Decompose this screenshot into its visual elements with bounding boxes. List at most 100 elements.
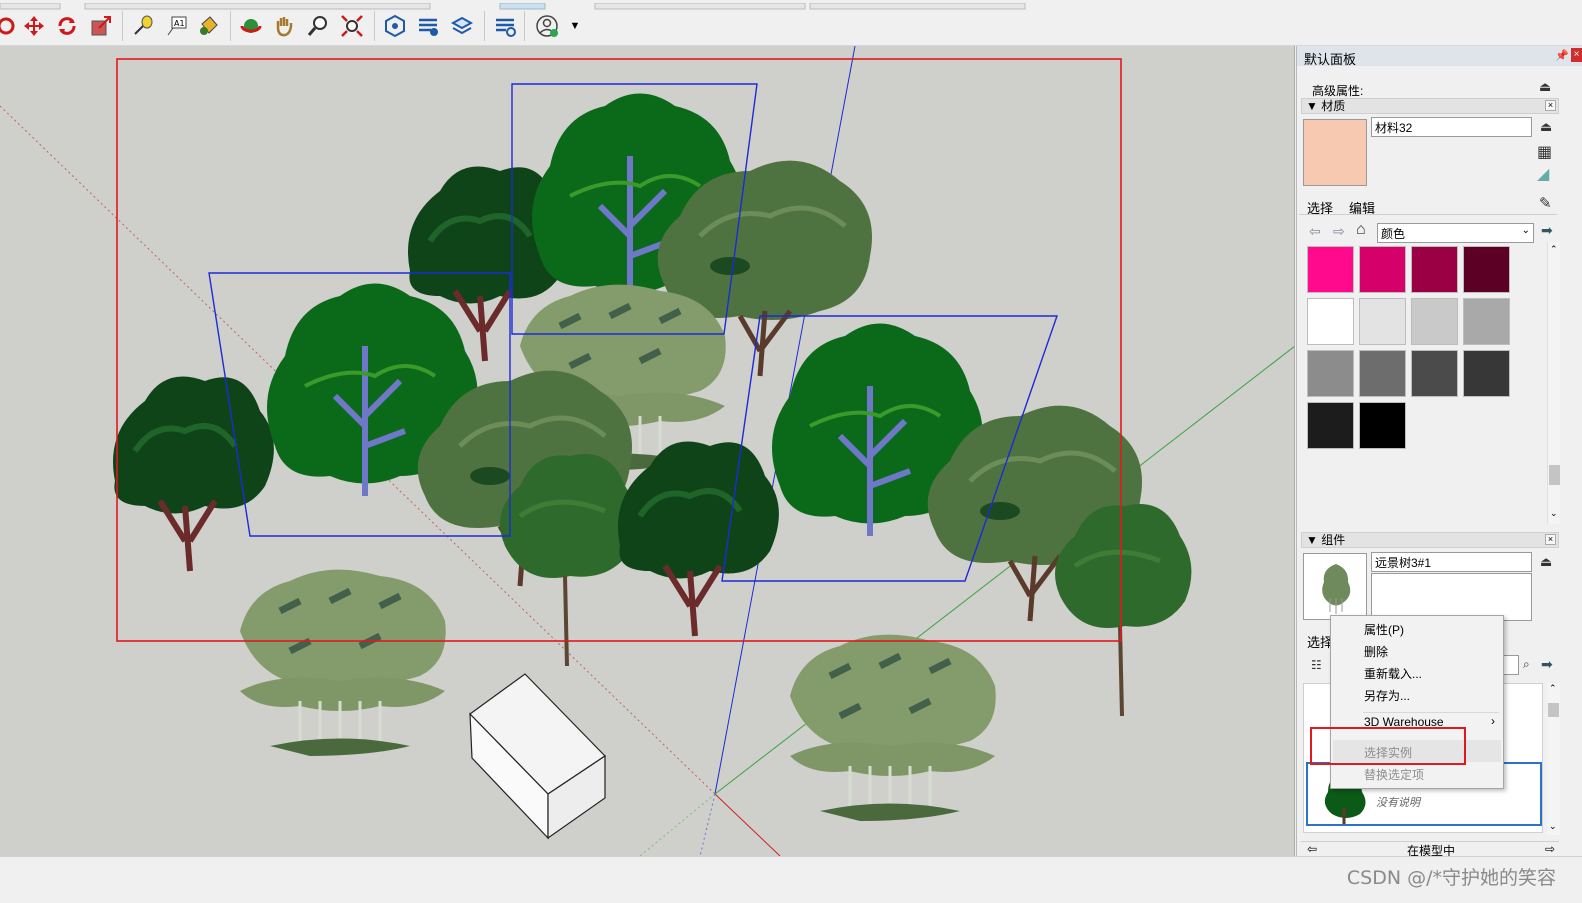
tree-component[interactable] (618, 442, 779, 637)
tab-divider (1299, 214, 1557, 215)
component-description-field[interactable] (1371, 573, 1532, 621)
material-swatch[interactable] (1463, 350, 1510, 397)
component-preview-thumbnail[interactable] (1303, 553, 1367, 620)
toolbar-separator (122, 11, 123, 41)
svg-text:A1: A1 (174, 19, 185, 28)
material-name-field[interactable]: 材料32 (1371, 117, 1532, 137)
warehouse-icon[interactable] (381, 12, 409, 40)
close-icon[interactable]: × (1571, 48, 1582, 62)
forward-arrow-icon[interactable]: ⇨ (1333, 223, 1345, 240)
watermark-text: CSDN @/*守护她的笑容 (1346, 867, 1556, 889)
components-close-icon[interactable]: × (1545, 534, 1556, 545)
material-display-icon[interactable]: ▦ (1537, 142, 1552, 162)
box-geometry[interactable] (469, 673, 606, 840)
orbit-icon[interactable] (237, 12, 265, 40)
tape-measure-icon[interactable] (129, 12, 157, 40)
back-arrow-icon[interactable]: ⇦ (1307, 842, 1317, 856)
menu-item-reload[interactable]: 重新载入... (1364, 665, 1422, 682)
material-swatch[interactable] (1463, 298, 1510, 345)
list-item-description: 没有说明 (1376, 797, 1420, 809)
account-dropdown-arrow-icon[interactable]: ▼ (561, 12, 589, 40)
material-library-select[interactable]: 颜色 ⌄ (1377, 223, 1534, 243)
material-swatch[interactable] (1411, 298, 1458, 345)
material-swatch[interactable] (1411, 350, 1458, 397)
highlight-annotation-box (1310, 727, 1466, 765)
toolbar-separator (524, 11, 525, 41)
material-swatch[interactable] (1463, 246, 1510, 293)
menu-item-delete[interactable]: 删除 (1364, 643, 1388, 660)
materials-section-header[interactable]: ▼ 材质 × (1301, 98, 1559, 114)
pin-icon[interactable]: 📌 (1555, 49, 1569, 62)
back-arrow-icon[interactable]: ⇦ (1309, 223, 1321, 240)
material-swatch[interactable] (1307, 246, 1354, 293)
scale-icon[interactable] (87, 12, 115, 40)
material-swatch[interactable] (1307, 402, 1354, 449)
entity-info-toggle-icon[interactable]: ⏏ (1539, 79, 1551, 95)
materials-close-icon[interactable]: × (1545, 100, 1556, 111)
pan-icon[interactable] (270, 12, 298, 40)
menu-item-save-as[interactable]: 另存为... (1364, 687, 1410, 704)
rotate-arrows-icon[interactable] (53, 12, 81, 40)
red-axis (714, 793, 781, 856)
move-icon[interactable] (20, 12, 48, 40)
details-arrow-icon[interactable]: ➡ (1541, 222, 1553, 239)
material-library-value: 颜色 (1381, 227, 1406, 241)
extension-icon[interactable] (414, 12, 442, 40)
collapse-arrow-icon: ▼ (1306, 99, 1318, 113)
paint-bucket-icon[interactable] (195, 12, 223, 40)
scroll-down-icon[interactable]: ⌄ (1549, 821, 1557, 832)
text-icon[interactable]: A1 (163, 12, 191, 40)
submenu-arrow-icon: › (1491, 714, 1495, 728)
component-footer: ⇦ 在模型中 ⇨ (1301, 841, 1559, 858)
material-swatch[interactable] (1411, 246, 1458, 293)
collapse-arrow-icon: ▼ (1306, 533, 1318, 547)
entity-info-label: 高级属性: (1312, 84, 1364, 98)
component-create-icon[interactable]: ⏏ (1540, 554, 1552, 570)
material-create-icon[interactable]: ⏏ (1540, 119, 1552, 135)
material-swatch[interactable] (1307, 298, 1354, 345)
components-section-header[interactable]: ▼ 组件 × (1301, 532, 1559, 548)
sample-paint-icon[interactable]: ◢ (1537, 164, 1549, 184)
toolbar-separator (484, 11, 485, 41)
component-details-icon[interactable]: ➡ (1541, 656, 1553, 673)
material-preview-swatch[interactable] (1303, 119, 1367, 186)
material-swatch[interactable] (1359, 402, 1406, 449)
scene-canvas (0, 46, 1294, 856)
eyedropper-icon[interactable]: ✎ (1539, 194, 1552, 212)
search-icon[interactable]: ⌕ (1523, 657, 1530, 672)
material-swatch[interactable] (1359, 350, 1406, 397)
menu-item-properties[interactable]: 属性(P) (1364, 621, 1404, 638)
material-swatch[interactable] (1359, 246, 1406, 293)
tree-component[interactable] (113, 377, 274, 572)
scroll-up-icon[interactable]: ⌃ (1550, 244, 1558, 255)
menu-item-replace-selected[interactable]: 替换选定项 (1364, 766, 1424, 783)
material-swatch[interactable] (1307, 350, 1354, 397)
home-icon[interactable]: ⌂ (1356, 221, 1366, 239)
account-icon[interactable] (533, 12, 561, 40)
tree-component[interactable] (240, 570, 446, 756)
tree-component[interactable] (500, 454, 636, 666)
layers-icon[interactable] (448, 12, 476, 40)
zoom-icon[interactable] (304, 12, 332, 40)
scroll-thumb[interactable] (1549, 465, 1560, 485)
material-swatch[interactable] (1359, 298, 1406, 345)
scroll-up-icon[interactable]: ⌃ (1549, 683, 1557, 694)
chevron-down-icon: ⌄ (1521, 225, 1530, 236)
tray-title-bar: 默认面板 📌 × (1297, 46, 1582, 67)
swatch-scrollbar[interactable]: ⌃ ⌄ (1547, 242, 1560, 524)
scroll-thumb[interactable] (1548, 703, 1559, 717)
component-name-field[interactable]: 远景树3#1 (1371, 552, 1532, 572)
scroll-down-icon[interactable]: ⌄ (1550, 508, 1558, 519)
forward-arrow-icon[interactable]: ⇨ (1545, 842, 1555, 856)
settings-icon[interactable] (491, 12, 519, 40)
menu-separator (1363, 712, 1499, 713)
model-viewport[interactable] (0, 46, 1295, 856)
tree-component[interactable] (790, 635, 996, 821)
rotate-icon[interactable] (0, 12, 20, 40)
component-list-scrollbar[interactable]: ⌃ ⌄ (1547, 683, 1560, 835)
zoom-extents-icon[interactable] (338, 12, 366, 40)
tree-component[interactable] (1055, 504, 1191, 716)
view-options-icon[interactable]: ☷ (1311, 658, 1322, 672)
toolbar-separator (230, 11, 231, 41)
materials-heading: 材质 (1321, 99, 1346, 113)
